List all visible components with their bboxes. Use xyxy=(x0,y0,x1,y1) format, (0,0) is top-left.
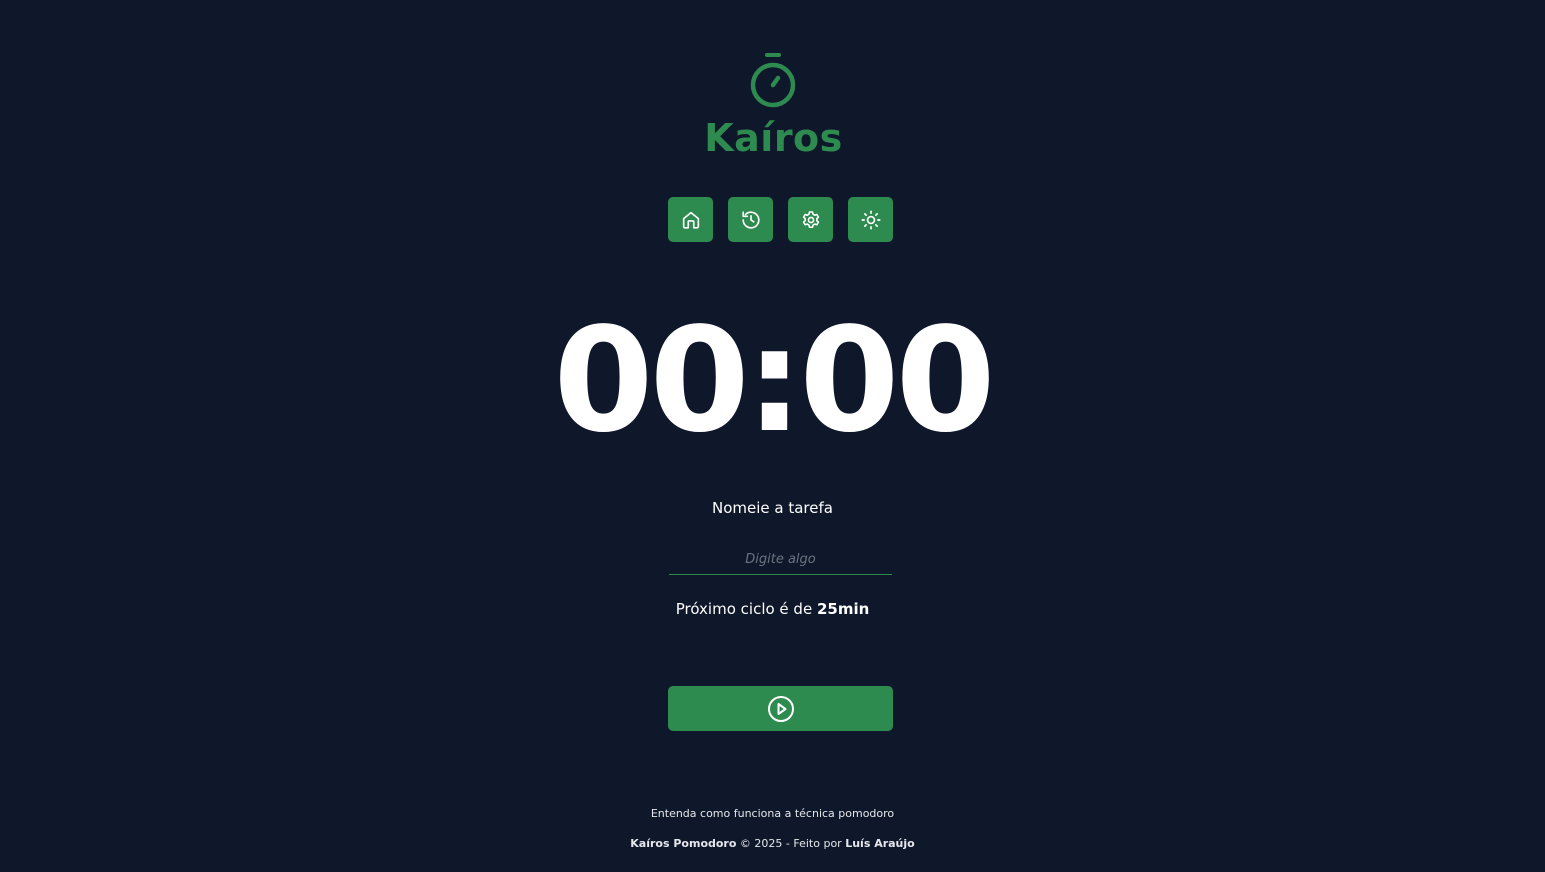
home-button[interactable] xyxy=(668,197,713,242)
pomodoro-technique-link[interactable]: Entenda como funciona a técnica pomodoro xyxy=(0,806,1545,822)
sun-icon xyxy=(860,209,881,230)
home-icon xyxy=(682,211,699,229)
theme-toggle-button[interactable] xyxy=(848,197,893,242)
logo[interactable]: Kaíros xyxy=(0,52,1545,160)
main-menu xyxy=(668,197,893,242)
copyright: Kaíros Pomodoro © 2025 - Feito por Luís … xyxy=(0,836,1545,852)
gear-icon xyxy=(802,210,819,228)
task-input[interactable] xyxy=(669,545,892,575)
settings-button[interactable] xyxy=(788,197,833,242)
history-icon xyxy=(741,210,760,229)
footer-author: Luís Araújo xyxy=(845,837,915,850)
history-button[interactable] xyxy=(728,197,773,242)
task-label: Nomeie a tarefa xyxy=(712,499,833,517)
footer-copyright-text: © 2025 - Feito por xyxy=(736,837,846,850)
app-title: Kaíros xyxy=(704,116,843,160)
footer-brand: Kaíros Pomodoro xyxy=(630,837,737,850)
stopwatch-icon xyxy=(750,53,795,108)
play-circle-icon xyxy=(767,695,794,722)
app-page: Kaíros 00:00 Nomeie a tarefa Digite algo… xyxy=(0,0,1545,872)
start-button[interactable] xyxy=(668,686,893,731)
next-cycle-prefix: Próximo ciclo é de xyxy=(675,600,817,618)
countdown-display: 00:00 xyxy=(553,296,995,464)
next-cycle-info: Próximo ciclo é de 25min xyxy=(0,599,1545,619)
next-cycle-duration: 25min xyxy=(816,600,870,618)
